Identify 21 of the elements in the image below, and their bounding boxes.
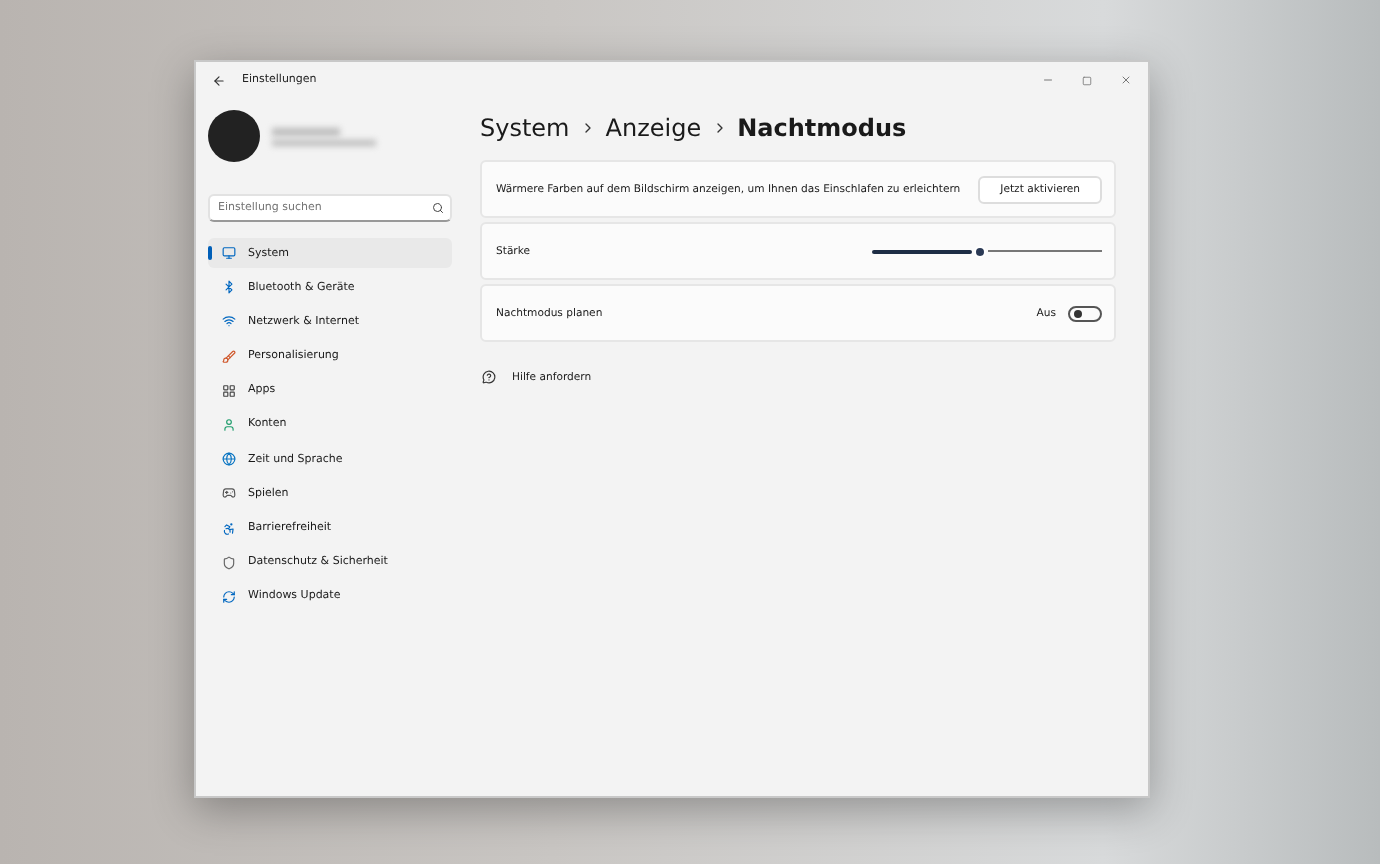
toggle-switch[interactable] (1068, 305, 1102, 321)
brush-icon (222, 349, 236, 364)
user-icon (222, 417, 236, 432)
shield-icon (222, 555, 236, 570)
breadcrumb-item[interactable]: System (480, 114, 570, 142)
globe-icon (222, 452, 236, 467)
strength-slider[interactable] (872, 243, 1102, 259)
close-icon[interactable] (1120, 74, 1132, 86)
monitor-icon (222, 246, 236, 260)
apps-icon (222, 383, 236, 398)
bluetooth-icon (222, 280, 236, 295)
avatar (208, 110, 260, 162)
back-icon[interactable] (212, 73, 226, 87)
gamepad-icon (222, 486, 236, 501)
update-icon (222, 589, 236, 604)
help-icon (482, 370, 496, 384)
accessibility-icon (222, 521, 236, 535)
search-icon[interactable] (432, 202, 444, 214)
breadcrumb-item[interactable]: Anzeige (605, 114, 702, 142)
breadcrumb-item: Nachtmodus (737, 114, 907, 142)
wifi-icon (222, 314, 236, 329)
